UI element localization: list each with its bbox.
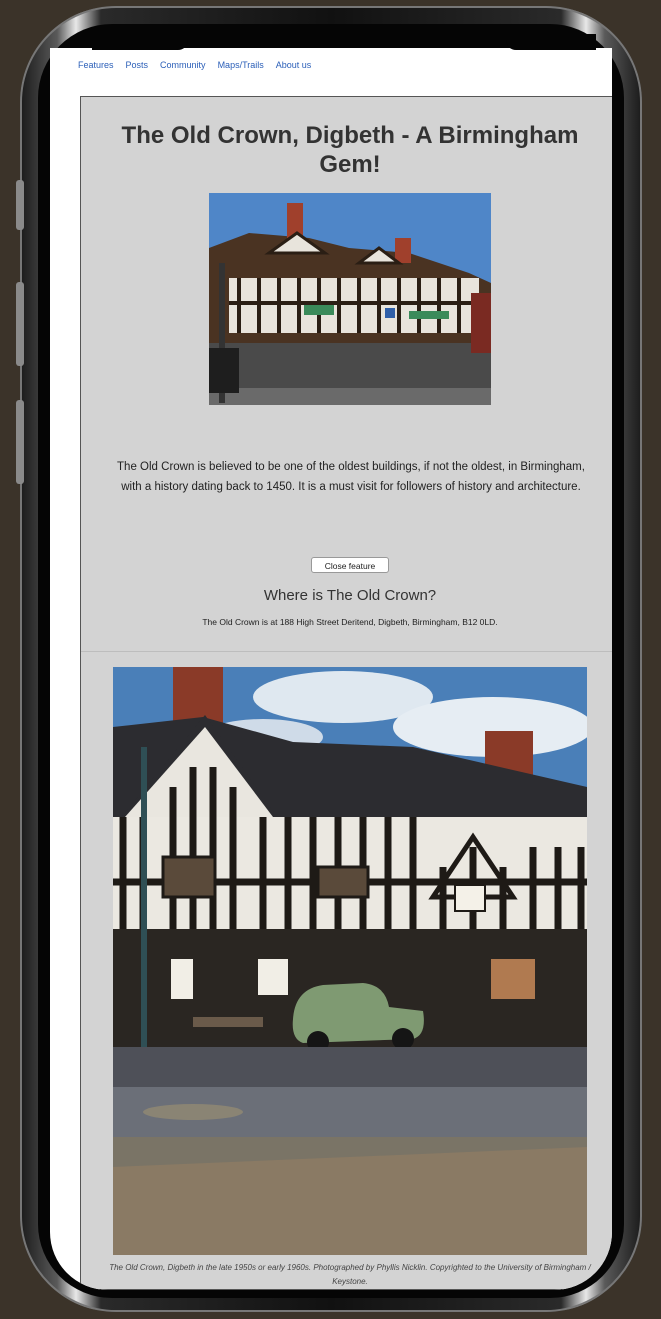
feature-article: The Old Crown, Digbeth - A Birmingham Ge… (80, 96, 612, 1290)
nav-link-posts[interactable]: Posts (126, 60, 149, 70)
volume-down-button (16, 400, 24, 484)
nav-link-maps-trails[interactable]: Maps/Trails (218, 60, 264, 70)
photo-caption: The Old Crown, Digbeth in the late 1950s… (109, 1263, 591, 1286)
side-button (16, 180, 24, 230)
old-crown-historic-photo (113, 667, 587, 1255)
nav-link-features[interactable]: Features (78, 60, 114, 70)
close-feature-button[interactable]: Close feature (311, 557, 389, 573)
location-address: The Old Crown is at 188 High Street Deri… (202, 617, 498, 627)
section-divider (81, 651, 612, 652)
article-title: The Old Crown, Digbeth - A Birmingham Ge… (121, 122, 579, 178)
screen-notch-right (506, 34, 596, 50)
nav-link-about-us[interactable]: About us (276, 60, 312, 70)
location-heading: Where is The Old Crown? (263, 587, 437, 604)
phone-screen: Features Posts Community Maps/Trails Abo… (50, 48, 612, 1290)
top-navigation: Features Posts Community Maps/Trails Abo… (50, 48, 612, 82)
screen-notch-left (92, 34, 188, 50)
nav-link-community[interactable]: Community (160, 60, 206, 70)
volume-up-button (16, 282, 24, 366)
article-intro: The Old Crown is believed to be one of t… (117, 460, 585, 493)
old-crown-hero-image (209, 193, 491, 405)
